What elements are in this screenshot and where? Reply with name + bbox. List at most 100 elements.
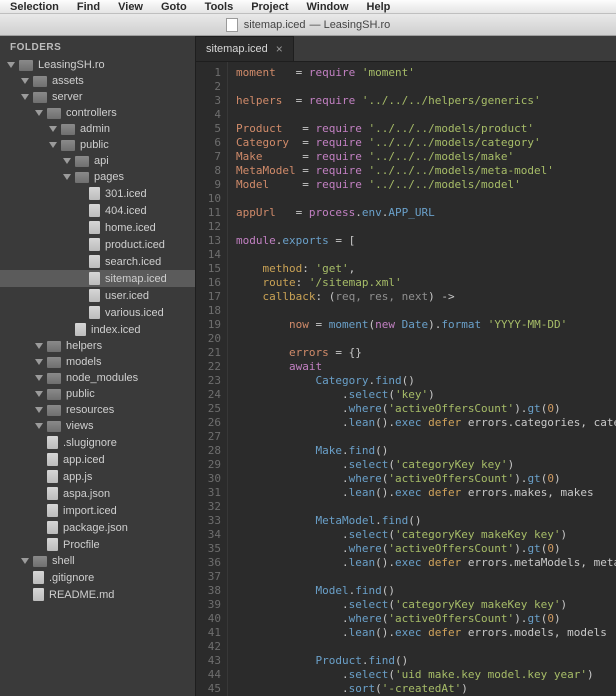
code-line[interactable]: .lean().exec defer errors.categories, ca…	[236, 416, 616, 430]
file-import-iced[interactable]: import.iced	[0, 502, 195, 519]
token-fn: sort	[349, 682, 376, 695]
file-301-iced[interactable]: 301.iced	[0, 185, 195, 202]
code-line[interactable]: errors = {}	[236, 346, 616, 360]
code-area[interactable]: 1234567891011121314151617181920212223242…	[196, 62, 616, 696]
file-app-js[interactable]: app.js	[0, 468, 195, 485]
code-line[interactable]: route: '/sitemap.xml'	[236, 276, 616, 290]
file--slugignore[interactable]: .slugignore	[0, 434, 195, 451]
menu-help[interactable]: Help	[367, 1, 391, 13]
code-line[interactable]: .where('activeOffersCount').gt(0)	[236, 612, 616, 626]
folder-node-modules[interactable]: node_modules	[0, 370, 195, 386]
token-op: .	[236, 388, 349, 401]
close-icon[interactable]: ×	[276, 43, 283, 55]
file-aspa-json[interactable]: aspa.json	[0, 485, 195, 502]
menu-goto[interactable]: Goto	[161, 1, 187, 13]
code-line[interactable]: Make.find()	[236, 444, 616, 458]
code-line[interactable]: Model.find()	[236, 584, 616, 598]
code-line[interactable]: now = moment(new Date).format 'YYYY-MM-D…	[236, 318, 616, 332]
code-line[interactable]: await	[236, 360, 616, 374]
code-line[interactable]: .where('activeOffersCount').gt(0)	[236, 472, 616, 486]
menu-view[interactable]: View	[118, 1, 143, 13]
folder-pages[interactable]: pages	[0, 169, 195, 185]
folder-helpers[interactable]: helpers	[0, 338, 195, 354]
code-line[interactable]: Category = require '../../../models/cate…	[236, 136, 616, 150]
file-product-iced[interactable]: product.iced	[0, 236, 195, 253]
code-line[interactable]: .where('activeOffersCount').gt(0)	[236, 542, 616, 556]
code-content[interactable]: moment = require 'moment' helpers = requi…	[228, 62, 616, 696]
folder-leasingsh-ro[interactable]: LeasingSH.ro	[0, 57, 195, 73]
code-line[interactable]: Product = require '../../../models/produ…	[236, 122, 616, 136]
token-fn: exec	[395, 626, 422, 639]
token-str: 'categoryKey makeKey key'	[395, 528, 561, 541]
code-line[interactable]: Make = require '../../../models/make'	[236, 150, 616, 164]
code-line[interactable]: .select('categoryKey makeKey key')	[236, 528, 616, 542]
code-line[interactable]: MetaModel = require '../../../models/met…	[236, 164, 616, 178]
file-readme-md[interactable]: README.md	[0, 586, 195, 603]
disclosure-triangle-icon	[49, 126, 57, 132]
menu-selection[interactable]: Selection	[10, 1, 59, 13]
window-titlebar[interactable]: sitemap.iced — LeasingSH.ro	[0, 14, 616, 36]
folder-views[interactable]: views	[0, 418, 195, 434]
code-line[interactable]	[236, 304, 616, 318]
code-line[interactable]: callback: (req, res, next) ->	[236, 290, 616, 304]
file-index-iced[interactable]: index.iced	[0, 321, 195, 338]
folder-server[interactable]: server	[0, 89, 195, 105]
code-line[interactable]: .sort('-createdAt')	[236, 682, 616, 696]
code-line[interactable]	[236, 332, 616, 346]
folder-admin[interactable]: admin	[0, 121, 195, 137]
code-line[interactable]: appUrl = process.env.APP_URL	[236, 206, 616, 220]
code-line[interactable]: .select('uid make.key model.key year')	[236, 668, 616, 682]
code-line[interactable]	[236, 248, 616, 262]
code-line[interactable]: module.exports = [	[236, 234, 616, 248]
code-line[interactable]	[236, 80, 616, 94]
menu-project[interactable]: Project	[251, 1, 288, 13]
code-line[interactable]: .select('key')	[236, 388, 616, 402]
folder-resources[interactable]: resources	[0, 402, 195, 418]
file-procfile[interactable]: Procfile	[0, 536, 195, 553]
code-line[interactable]: .select('categoryKey key')	[236, 458, 616, 472]
folder-assets[interactable]: assets	[0, 73, 195, 89]
folder-api[interactable]: api	[0, 153, 195, 169]
menu-window[interactable]: Window	[306, 1, 348, 13]
file-user-iced[interactable]: user.iced	[0, 287, 195, 304]
tab-sitemap[interactable]: sitemap.iced ×	[196, 36, 294, 61]
code-line[interactable]: Model = require '../../../models/model'	[236, 178, 616, 192]
folder-public[interactable]: public	[0, 386, 195, 402]
code-line[interactable]: moment = require 'moment'	[236, 66, 616, 80]
file--gitignore[interactable]: .gitignore	[0, 569, 195, 586]
file-package-json[interactable]: package.json	[0, 519, 195, 536]
code-line[interactable]: .where('activeOffersCount').gt(0)	[236, 402, 616, 416]
folder-shell[interactable]: shell	[0, 553, 195, 569]
file-sitemap-iced[interactable]: sitemap.iced	[0, 270, 195, 287]
file-search-iced[interactable]: search.iced	[0, 253, 195, 270]
folder-tree[interactable]: LeasingSH.roassetsservercontrollersadmin…	[0, 57, 195, 696]
code-line[interactable]: Product.find()	[236, 654, 616, 668]
menu-find[interactable]: Find	[77, 1, 100, 13]
file-home-iced[interactable]: home.iced	[0, 219, 195, 236]
token-op: .	[236, 612, 349, 625]
code-line[interactable]	[236, 500, 616, 514]
folder-controllers[interactable]: controllers	[0, 105, 195, 121]
code-line[interactable]: .select('categoryKey makeKey key')	[236, 598, 616, 612]
code-line[interactable]	[236, 108, 616, 122]
code-line[interactable]: Category.find()	[236, 374, 616, 388]
file-app-iced[interactable]: app.iced	[0, 451, 195, 468]
file-various-iced[interactable]: various.iced	[0, 304, 195, 321]
tab-bar[interactable]: sitemap.iced ×	[196, 36, 616, 62]
code-line[interactable]: .lean().exec defer errors.makes, makes	[236, 486, 616, 500]
folder-public[interactable]: public	[0, 137, 195, 153]
code-line[interactable]: .lean().exec defer errors.models, models	[236, 626, 616, 640]
folder-models[interactable]: models	[0, 354, 195, 370]
code-line[interactable]: .lean().exec defer errors.metaModels, me…	[236, 556, 616, 570]
code-line[interactable]	[236, 640, 616, 654]
code-line[interactable]: method: 'get',	[236, 262, 616, 276]
code-line[interactable]	[236, 192, 616, 206]
code-line[interactable]: helpers = require '../../../helpers/gene…	[236, 94, 616, 108]
menu-tools[interactable]: Tools	[205, 1, 234, 13]
code-line[interactable]: MetaModel.find()	[236, 514, 616, 528]
code-line[interactable]	[236, 430, 616, 444]
file-404-iced[interactable]: 404.iced	[0, 202, 195, 219]
code-line[interactable]	[236, 220, 616, 234]
token-op: .	[236, 626, 349, 639]
code-line[interactable]	[236, 570, 616, 584]
